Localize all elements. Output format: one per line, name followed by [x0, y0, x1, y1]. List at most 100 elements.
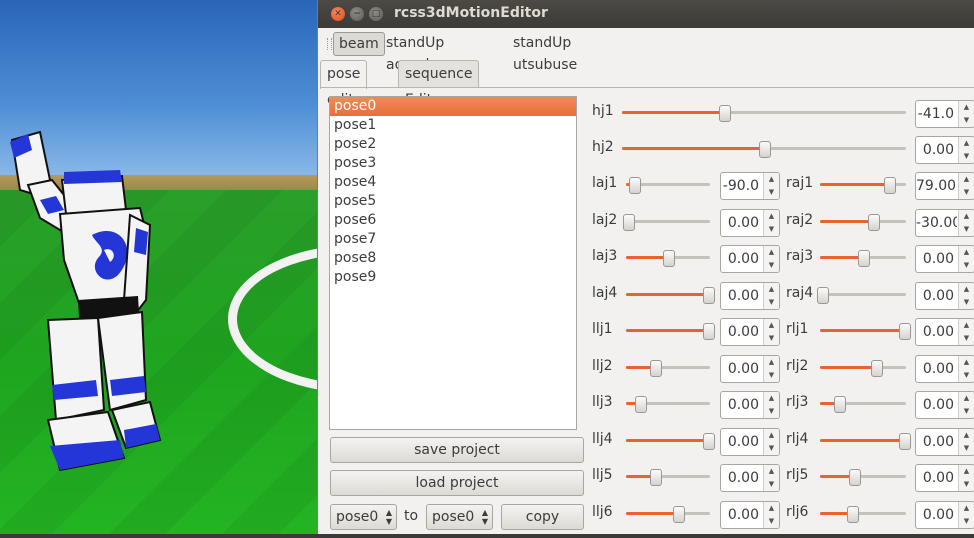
- spin-down-icon[interactable]: ▼: [764, 223, 779, 236]
- raj3-spinbox[interactable]: 0.00 ▲ ▼: [915, 245, 974, 273]
- spin-up-icon[interactable]: ▲: [959, 356, 974, 369]
- spin-down-icon[interactable]: ▼: [764, 259, 779, 272]
- pose-list-item[interactable]: pose2: [330, 135, 576, 154]
- rlj4-spinbox[interactable]: 0.00 ▲ ▼: [915, 428, 974, 456]
- raj1-spinbox[interactable]: 79.00 ▲ ▼: [915, 172, 974, 200]
- raj1-slider[interactable]: [820, 176, 906, 194]
- spin-up-icon[interactable]: ▲: [764, 465, 779, 478]
- rlj1-slider[interactable]: [820, 322, 912, 340]
- spin-up-icon[interactable]: ▲: [764, 319, 779, 332]
- spin-up-icon[interactable]: ▲: [959, 210, 974, 223]
- rlj6-value[interactable]: 0.00: [916, 502, 957, 528]
- llj1-slider[interactable]: [626, 322, 716, 340]
- hj2-spinbox[interactable]: 0.00 ▲ ▼: [915, 136, 974, 164]
- pose-list-item[interactable]: pose7: [330, 230, 576, 249]
- spin-up-icon[interactable]: ▲: [959, 283, 974, 296]
- minimize-icon[interactable]: −: [350, 7, 364, 21]
- llj6-slider[interactable]: [626, 505, 710, 523]
- standup-utsubuse-button[interactable]: standUp utsubuse: [508, 32, 582, 73]
- spin-up-icon[interactable]: ▲: [764, 356, 779, 369]
- spin-up-icon[interactable]: ▲: [959, 392, 974, 405]
- llj6-spinbox[interactable]: 0.00 ▲ ▼: [720, 501, 780, 529]
- raj2-value[interactable]: -30.00: [916, 210, 957, 236]
- slider-thumb[interactable]: [703, 323, 716, 340]
- save-project-button[interactable]: save project: [330, 437, 584, 463]
- slider-thumb[interactable]: [650, 360, 663, 377]
- spin-down-icon[interactable]: ▼: [764, 332, 779, 345]
- close-icon[interactable]: ✕: [331, 7, 345, 21]
- hj1-slider[interactable]: [622, 104, 906, 122]
- spin-up-icon[interactable]: ▲: [764, 173, 779, 186]
- slider-thumb[interactable]: [846, 506, 859, 523]
- spin-down-icon[interactable]: ▼: [959, 442, 974, 455]
- spin-up-icon[interactable]: ▲: [764, 502, 779, 515]
- raj4-slider[interactable]: [816, 286, 906, 304]
- toolbar-grip-icon[interactable]: [327, 38, 332, 50]
- raj2-slider[interactable]: [820, 213, 906, 231]
- pose-list-item[interactable]: pose1: [330, 116, 576, 135]
- hj2-slider[interactable]: [622, 140, 906, 158]
- llj4-slider[interactable]: [626, 432, 716, 450]
- llj1-value[interactable]: 0.00: [721, 319, 762, 345]
- pose-list-item[interactable]: pose6: [330, 211, 576, 230]
- copy-button[interactable]: copy: [501, 504, 584, 530]
- slider-thumb[interactable]: [883, 177, 896, 194]
- rlj2-spinbox[interactable]: 0.00 ▲ ▼: [915, 355, 974, 383]
- copy-from-select[interactable]: pose0 ▲ ▼: [330, 504, 397, 530]
- llj5-slider[interactable]: [626, 468, 710, 486]
- rlj1-spinbox[interactable]: 0.00 ▲ ▼: [915, 318, 974, 346]
- load-project-button[interactable]: load project: [330, 470, 584, 496]
- rlj2-value[interactable]: 0.00: [916, 356, 957, 382]
- llj4-value[interactable]: 0.00: [721, 429, 762, 455]
- standup-aomuke-button[interactable]: standUp aomuke: [381, 32, 449, 73]
- slider-thumb[interactable]: [816, 287, 829, 304]
- laj1-slider[interactable]: [626, 176, 710, 194]
- pose-list-item[interactable]: pose0: [330, 97, 576, 116]
- slider-thumb[interactable]: [849, 469, 862, 486]
- llj2-value[interactable]: 0.00: [721, 356, 762, 382]
- pose-list-item[interactable]: pose4: [330, 173, 576, 192]
- spin-down-icon[interactable]: ▼: [959, 515, 974, 528]
- spin-up-icon[interactable]: ▲: [764, 246, 779, 259]
- llj4-spinbox[interactable]: 0.00 ▲ ▼: [720, 428, 780, 456]
- slider-thumb[interactable]: [899, 433, 912, 450]
- slider-thumb[interactable]: [622, 214, 635, 231]
- simulation-viewport[interactable]: 1: [0, 0, 320, 534]
- rlj6-spinbox[interactable]: 0.00 ▲ ▼: [915, 501, 974, 529]
- slider-thumb[interactable]: [870, 360, 883, 377]
- tab-sequence-edit[interactable]: sequence Edit: [398, 60, 480, 108]
- hj2-value[interactable]: 0.00: [916, 137, 957, 163]
- slider-thumb[interactable]: [868, 214, 881, 231]
- spin-up-icon[interactable]: ▲: [959, 502, 974, 515]
- slider-thumb[interactable]: [703, 287, 716, 304]
- llj3-value[interactable]: 0.00: [721, 392, 762, 418]
- laj3-spinbox[interactable]: 0.00 ▲ ▼: [720, 245, 780, 273]
- rlj5-value[interactable]: 0.00: [916, 465, 957, 491]
- slider-thumb[interactable]: [703, 433, 716, 450]
- laj2-spinbox[interactable]: 0.00 ▲ ▼: [720, 209, 780, 237]
- raj4-spinbox[interactable]: 0.00 ▲ ▼: [915, 282, 974, 310]
- tab-pose-edit[interactable]: pose edit: [320, 60, 368, 108]
- pose-list-item[interactable]: pose8: [330, 249, 576, 268]
- spin-down-icon[interactable]: ▼: [959, 114, 974, 127]
- hj1-spinbox[interactable]: -41.0 ▲ ▼: [915, 100, 974, 128]
- rlj1-value[interactable]: 0.00: [916, 319, 957, 345]
- spin-down-icon[interactable]: ▼: [764, 369, 779, 382]
- laj2-slider[interactable]: [622, 213, 710, 231]
- slider-thumb[interactable]: [663, 250, 675, 267]
- laj4-value[interactable]: 0.00: [721, 283, 762, 309]
- raj4-value[interactable]: 0.00: [916, 283, 957, 309]
- spin-down-icon[interactable]: ▼: [764, 478, 779, 491]
- spin-down-icon[interactable]: ▼: [959, 369, 974, 382]
- pose-list-item[interactable]: pose5: [330, 192, 576, 211]
- spin-down-icon[interactable]: ▼: [959, 478, 974, 491]
- pose-list[interactable]: pose0 pose1 pose2 pose3 pose4 pose5 pose6 pose7…: [329, 96, 577, 430]
- laj4-spinbox[interactable]: 0.00 ▲ ▼: [720, 282, 780, 310]
- slider-thumb[interactable]: [759, 141, 771, 158]
- spin-down-icon[interactable]: ▼: [959, 259, 974, 272]
- spin-down-icon[interactable]: ▼: [959, 223, 974, 236]
- slider-thumb[interactable]: [899, 323, 912, 340]
- slider-thumb[interactable]: [719, 105, 732, 122]
- laj3-slider[interactable]: [626, 249, 710, 267]
- title-bar[interactable]: ✕ − □ rcss3dMotionEditor: [318, 0, 974, 28]
